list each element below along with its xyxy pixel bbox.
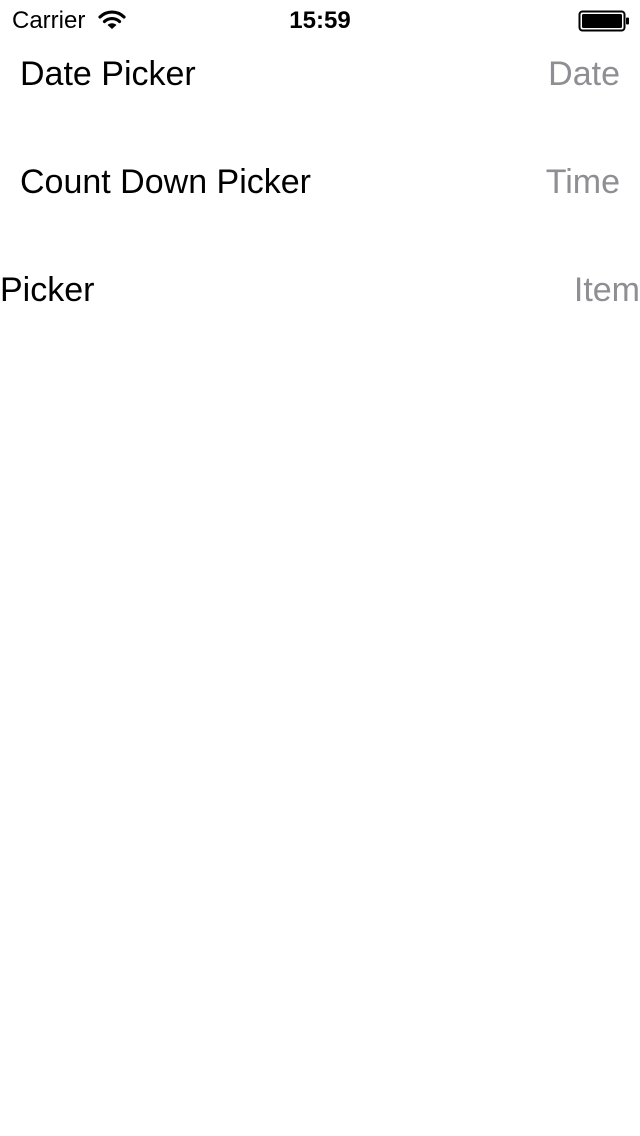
row-label: Picker <box>0 271 95 309</box>
row-detail-value: Item <box>573 271 640 309</box>
table-row-picker[interactable]: Picker Item <box>0 262 640 318</box>
battery-icon <box>578 9 632 33</box>
row-label: Date Picker <box>20 55 196 93</box>
row-detail-value: Date <box>548 55 620 93</box>
table-row-count-down-picker[interactable]: Count Down Picker Time <box>20 154 620 210</box>
status-bar: Carrier 15:59 <box>0 0 640 40</box>
row-label: Count Down Picker <box>20 163 312 201</box>
row-detail-value: Time <box>545 163 620 201</box>
table-row-date-picker[interactable]: Date Picker Date <box>20 46 620 102</box>
status-time: 15:59 <box>289 7 351 34</box>
